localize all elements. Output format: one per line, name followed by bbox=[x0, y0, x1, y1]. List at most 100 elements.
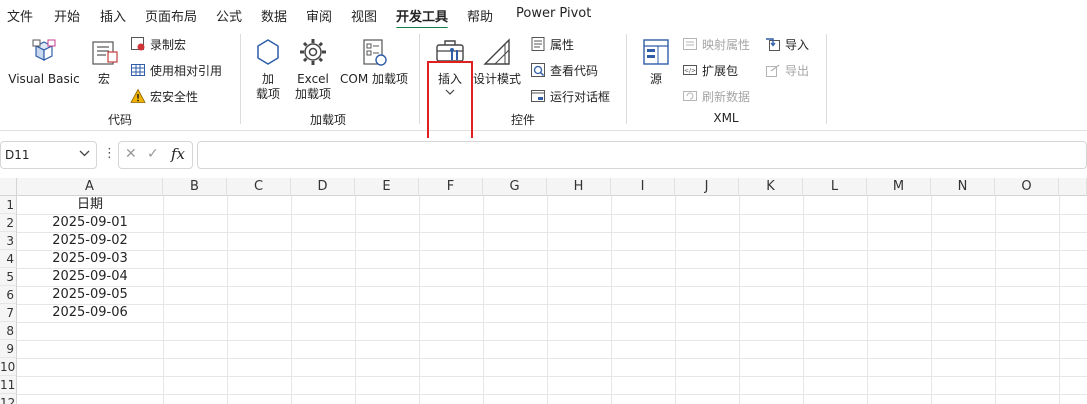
expansion-packs-label: 扩展包 bbox=[702, 63, 739, 78]
formula-input[interactable] bbox=[197, 141, 1087, 169]
map-properties-button[interactable]: 映射属性 bbox=[682, 34, 750, 54]
column-header-k[interactable]: K bbox=[739, 178, 803, 196]
record-macro-button[interactable]: 录制宏 bbox=[130, 34, 186, 54]
row-header[interactable]: 12 bbox=[0, 394, 17, 404]
addins-button[interactable]: 加 载项 bbox=[250, 36, 286, 102]
properties-button[interactable]: 属性 bbox=[530, 34, 574, 54]
column-header-c[interactable]: C bbox=[227, 178, 291, 196]
select-all-corner[interactable] bbox=[0, 178, 17, 196]
cell-a6[interactable]: 2025-09-05 bbox=[17, 286, 163, 304]
view-code-button[interactable]: 查看代码 bbox=[530, 60, 598, 80]
use-relative-references-button[interactable]: 使用相对引用 bbox=[130, 60, 222, 80]
column-header-a[interactable]: A bbox=[17, 178, 163, 196]
column-header-j[interactable]: J bbox=[675, 178, 739, 196]
tab-file[interactable]: 文件 bbox=[7, 6, 33, 25]
row-header[interactable]: 9 bbox=[0, 340, 17, 358]
row-header[interactable]: 6 bbox=[0, 286, 17, 304]
macros-button[interactable]: 宏 bbox=[86, 36, 122, 87]
row-header[interactable]: 5 bbox=[0, 268, 17, 286]
column-header-l[interactable]: L bbox=[803, 178, 867, 196]
column-header-o[interactable]: O bbox=[995, 178, 1059, 196]
import-button[interactable]: 导入 bbox=[765, 34, 809, 54]
column-header-e[interactable]: E bbox=[355, 178, 419, 196]
tab-insert[interactable]: 插入 bbox=[100, 6, 126, 25]
visual-basic-button[interactable]: Visual Basic bbox=[8, 36, 80, 87]
name-box-value: D11 bbox=[5, 148, 30, 162]
row-header[interactable]: 4 bbox=[0, 250, 17, 268]
column-header-i[interactable]: I bbox=[611, 178, 675, 196]
menu-bar: 文件 开始 插入 页面布局 公式 数据 审阅 视图 开发工具 帮助 Power … bbox=[0, 0, 1087, 30]
export-button[interactable]: 导出 bbox=[765, 60, 809, 80]
cell-a5[interactable]: 2025-09-04 bbox=[17, 268, 163, 286]
cell-a4[interactable]: 2025-09-03 bbox=[17, 250, 163, 268]
chevron-down-icon[interactable] bbox=[79, 150, 90, 157]
macro-security-button[interactable]: 宏安全性 bbox=[130, 86, 198, 106]
group-divider bbox=[240, 34, 241, 124]
group-divider bbox=[419, 34, 420, 124]
xml-source-icon bbox=[643, 39, 669, 65]
row-header[interactable]: 3 bbox=[0, 232, 17, 250]
tab-developer[interactable]: 开发工具 bbox=[396, 6, 449, 30]
visual-basic-icon bbox=[32, 39, 56, 61]
cancel-icon[interactable]: ✕ bbox=[125, 146, 137, 162]
tab-review[interactable]: 审阅 bbox=[306, 6, 332, 25]
row-header[interactable]: 1 bbox=[0, 196, 17, 214]
column-header-b[interactable]: B bbox=[163, 178, 227, 196]
refresh-data-button[interactable]: 刷新数据 bbox=[682, 86, 750, 106]
cell-a1[interactable]: 日期 bbox=[17, 196, 163, 214]
row-header[interactable]: 2 bbox=[0, 214, 17, 232]
export-icon bbox=[766, 64, 780, 77]
expansion-packs-icon: </> bbox=[683, 65, 697, 75]
grid-line bbox=[867, 196, 868, 404]
grid-line bbox=[17, 394, 1087, 395]
grid-line bbox=[931, 196, 932, 404]
group-divider bbox=[826, 34, 827, 124]
formula-bar: D11 ⋮ ✕ ✓ fx bbox=[0, 138, 1087, 172]
design-mode-button[interactable]: 设计模式 bbox=[472, 36, 522, 87]
formula-bar-buttons: ✕ ✓ fx bbox=[118, 141, 193, 169]
addins-hexagon-icon bbox=[257, 39, 279, 65]
tab-power-pivot[interactable]: Power Pivot bbox=[516, 6, 591, 21]
tab-data[interactable]: 数据 bbox=[261, 6, 287, 25]
column-header-f[interactable]: F bbox=[419, 178, 483, 196]
tab-home[interactable]: 开始 bbox=[54, 6, 80, 25]
column-header-g[interactable]: G bbox=[483, 178, 547, 196]
excel-addins-button[interactable]: Excel 加载项 bbox=[291, 36, 335, 102]
cell-a7[interactable]: 2025-09-06 bbox=[17, 304, 163, 322]
grid-line bbox=[611, 196, 612, 404]
com-addins-button[interactable]: COM 加载项 bbox=[337, 36, 411, 87]
tab-view[interactable]: 视图 bbox=[351, 6, 377, 25]
column-header-n[interactable]: N bbox=[931, 178, 995, 196]
column-header-m[interactable]: M bbox=[867, 178, 931, 196]
group-label-addins: 加载项 bbox=[309, 113, 346, 127]
grid-line bbox=[803, 196, 804, 404]
grid-line bbox=[739, 196, 740, 404]
run-dialog-button[interactable]: 运行对话框 bbox=[530, 86, 610, 106]
more-options-icon[interactable]: ⋮ bbox=[103, 146, 116, 161]
cell-a3[interactable]: 2025-09-02 bbox=[17, 232, 163, 250]
row-header[interactable]: 11 bbox=[0, 376, 17, 394]
name-box[interactable]: D11 bbox=[0, 141, 97, 169]
row-header[interactable]: 8 bbox=[0, 322, 17, 340]
tab-page-layout[interactable]: 页面布局 bbox=[145, 6, 197, 25]
ribbon: Visual Basic 宏 录制宏 使用相对引用 宏安全性 代码 加 载项 E… bbox=[0, 28, 1087, 140]
map-properties-label: 映射属性 bbox=[702, 37, 751, 52]
grid-line bbox=[17, 376, 1087, 377]
row-header[interactable]: 7 bbox=[0, 304, 17, 322]
grid-line bbox=[17, 340, 1087, 341]
column-header-p[interactable] bbox=[1059, 178, 1087, 196]
cell-a2[interactable]: 2025-09-01 bbox=[17, 214, 163, 232]
warning-icon bbox=[130, 88, 146, 103]
tab-formulas[interactable]: 公式 bbox=[216, 6, 242, 25]
column-header-d[interactable]: D bbox=[291, 178, 355, 196]
confirm-icon[interactable]: ✓ bbox=[147, 146, 159, 162]
view-code-label: 查看代码 bbox=[550, 63, 599, 78]
row-header[interactable]: 10 bbox=[0, 358, 17, 376]
import-label: 导入 bbox=[785, 37, 810, 52]
insert-function-icon[interactable]: fx bbox=[171, 145, 185, 163]
grid-line bbox=[17, 268, 1087, 269]
column-header-h[interactable]: H bbox=[547, 178, 611, 196]
tab-help[interactable]: 帮助 bbox=[467, 6, 493, 25]
expansion-packs-button[interactable]: </> 扩展包 bbox=[682, 60, 738, 80]
xml-source-button[interactable]: 源 bbox=[638, 36, 674, 87]
